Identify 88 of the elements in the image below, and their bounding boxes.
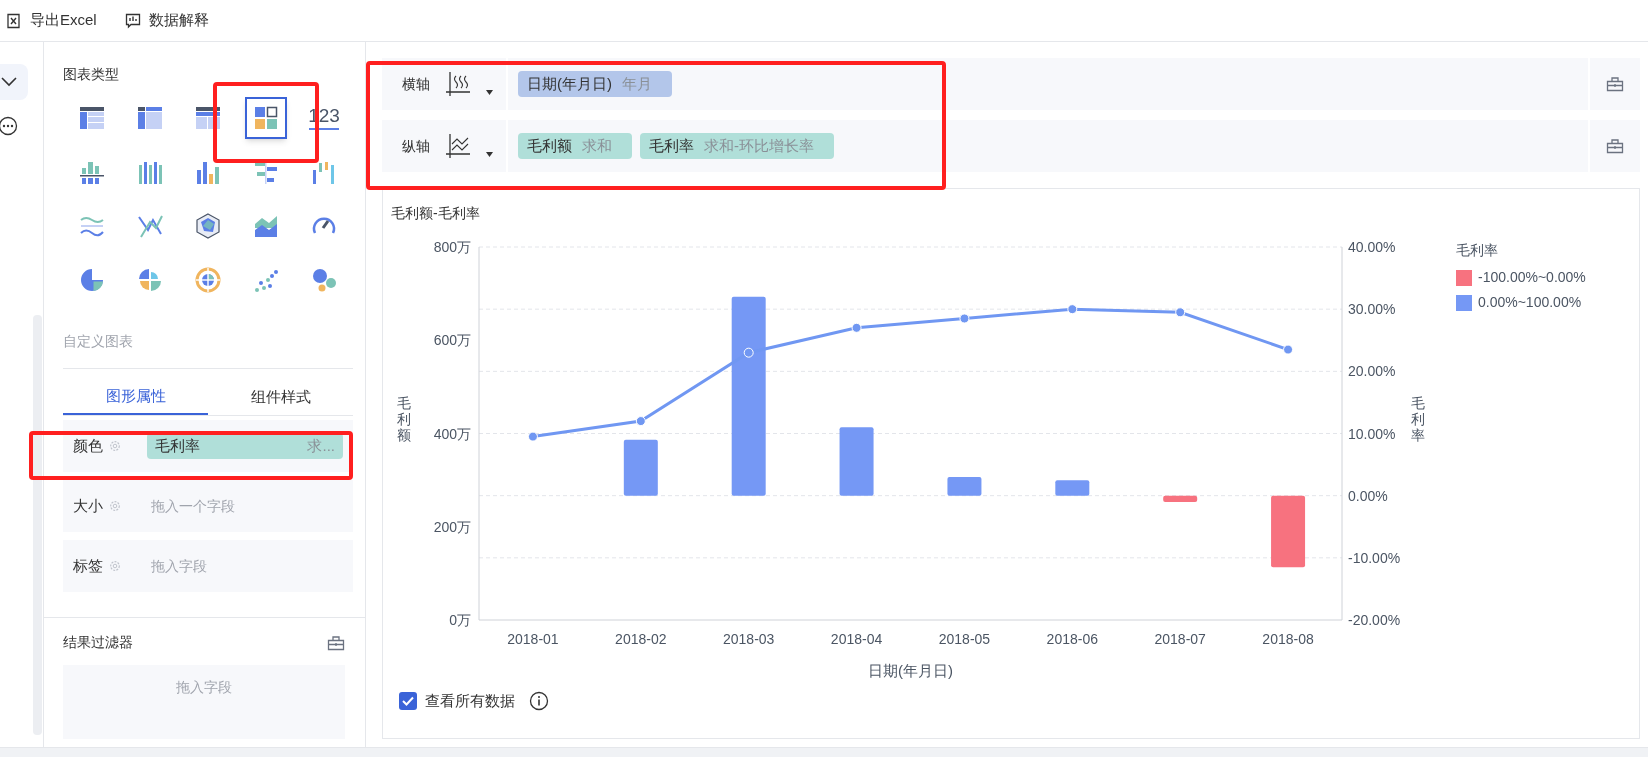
axis-tick-label: 0万 — [449, 612, 471, 628]
chart-comment-icon — [124, 12, 141, 29]
sunburst-icon — [194, 266, 222, 294]
field-chip[interactable]: 毛利率 求和-环比增长率 — [640, 133, 834, 159]
toolbar-button[interactable]: 数据解释 — [124, 9, 209, 32]
caret-icon[interactable] — [486, 151, 493, 157]
axis-tick-label: 20.00% — [1348, 363, 1396, 380]
field-chip[interactable]: 毛利额 求和 — [518, 133, 632, 159]
chart-title: 毛利额-毛利率 — [391, 204, 481, 223]
tab[interactable]: 组件样式 — [208, 379, 353, 415]
data-point — [635, 416, 646, 427]
table-icon — [78, 104, 106, 132]
grid-icon — [252, 104, 280, 132]
axis-tick-label: -20.00% — [1348, 612, 1401, 628]
axis-tick-label: 0.00% — [1348, 487, 1388, 504]
bubble-icon — [310, 266, 338, 294]
rose-chart-icon — [136, 266, 164, 294]
axis-tick-label: 40.00% — [1348, 239, 1396, 255]
bar — [623, 439, 658, 496]
axis-tick-label: 30.00% — [1348, 301, 1396, 318]
checkmark-icon — [402, 696, 414, 707]
axis-tick-label: 2018-01 — [507, 631, 559, 647]
axis-title: 毛利率 — [1411, 395, 1425, 443]
axis-tick-label: 2018-08 — [1262, 631, 1314, 647]
shelf-label: 横轴 — [402, 74, 430, 94]
axis-tick-label: 2018-05 — [938, 631, 991, 647]
bar — [947, 477, 982, 496]
info-icon[interactable] — [529, 691, 549, 712]
shelf-label: 纵轴 — [402, 136, 430, 156]
scrollbar[interactable] — [33, 315, 42, 735]
field-name: 毛利率 — [155, 435, 200, 456]
legend-label: 0.00%~100.00% — [1478, 293, 1582, 312]
field-name: 毛利率 — [649, 135, 694, 156]
vertical-axis-icon[interactable] — [444, 132, 472, 160]
radar-icon — [194, 212, 222, 240]
axis-title: 日期(年月日) — [868, 662, 953, 679]
axis-tick-label: 2018-03 — [723, 631, 775, 647]
bar — [1163, 495, 1198, 502]
legend-label: -100.00%~0.00% — [1478, 268, 1586, 287]
bar — [1055, 480, 1090, 496]
bar — [839, 427, 874, 496]
legend-title: 毛利率 — [1456, 241, 1499, 260]
tab[interactable]: 图形属性 — [63, 379, 208, 415]
axis-tick-label: 400万 — [433, 425, 471, 442]
data-point — [851, 322, 862, 333]
data-point — [743, 347, 754, 358]
more-icon[interactable] — [0, 116, 18, 136]
property-label: 标签 — [73, 555, 103, 576]
data-point — [959, 313, 970, 324]
field-name: 毛利额 — [527, 135, 572, 156]
data-point — [527, 431, 538, 442]
field-chip[interactable]: 日期(年月日) 年月 — [518, 71, 672, 97]
property-label: 大小 — [73, 495, 103, 516]
axis-title: 毛利额 — [397, 395, 411, 443]
drop-placeholder: 拖入字段 — [176, 678, 232, 697]
chevron-down-icon — [1, 77, 17, 87]
horizontal-axis-icon[interactable] — [444, 70, 472, 98]
table-icon — [136, 104, 164, 132]
checkbox-label: 查看所有数据 — [425, 691, 515, 711]
axis-tick-label: 200万 — [433, 518, 471, 535]
pie-chart-icon — [78, 266, 106, 294]
property-label: 颜色 — [73, 435, 103, 456]
axis-tick-label: 2018-06 — [1046, 631, 1098, 647]
section-title: 图表类型 — [63, 65, 120, 84]
excel-icon — [6, 12, 22, 29]
table-icon — [194, 104, 222, 132]
axis-tick-label: 2018-07 — [1154, 631, 1206, 647]
data-point — [1175, 307, 1186, 318]
checkbox[interactable] — [399, 692, 417, 711]
axis-tick-label: 600万 — [433, 332, 471, 349]
aggregation-label: 求和 — [582, 135, 612, 156]
collapse-button[interactable] — [0, 64, 28, 100]
axis-tick-label: 2018-02 — [615, 631, 667, 647]
axis-tick-label: 10.00% — [1348, 425, 1396, 442]
data-point — [1283, 344, 1294, 355]
axis-tick-label: 800万 — [433, 239, 471, 255]
aggregation-label: 求... — [307, 435, 335, 456]
field-name: 日期(年月日) — [527, 73, 612, 94]
section-title: 自定义图表 — [63, 332, 134, 351]
data-point — [1067, 304, 1078, 315]
caret-icon[interactable] — [486, 89, 493, 95]
aggregation-label: 年月 — [622, 73, 652, 94]
toolbar-button[interactable]: 导出Excel — [6, 9, 97, 32]
axis-tick-label: 2018-04 — [830, 631, 883, 647]
section-title: 结果过滤器 — [63, 633, 133, 652]
field-chip[interactable]: 毛利率 求... — [147, 433, 343, 459]
axis-tick-label: -10.00% — [1348, 549, 1401, 566]
aggregation-label: 求和-环比增长率 — [704, 135, 814, 156]
